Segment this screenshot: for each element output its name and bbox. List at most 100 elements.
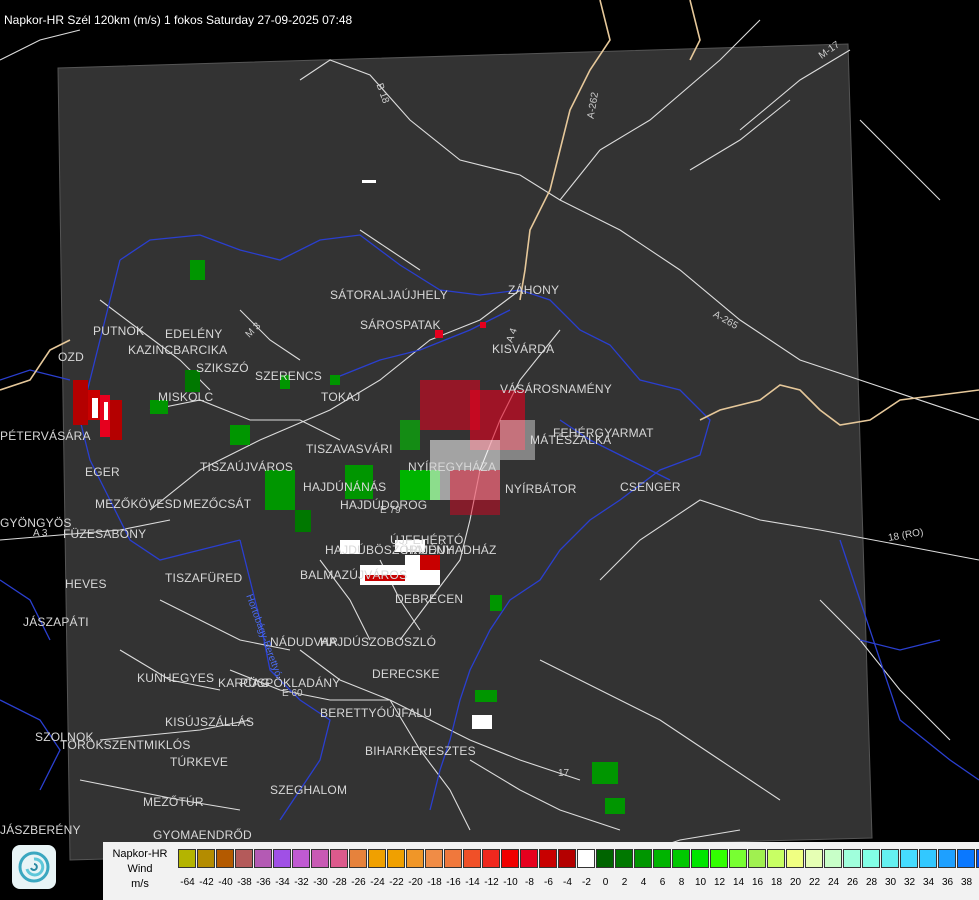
legend-tick-label: 4 <box>640 877 647 888</box>
legend-tick-label: 8 <box>678 877 685 888</box>
city-label: MEZŐTÚR <box>143 795 204 809</box>
legend-swatch <box>596 849 614 868</box>
legend-swatch <box>425 849 443 868</box>
legend-title: Napkor-HR Wind m/s <box>103 842 177 900</box>
legend-swatch <box>691 849 709 868</box>
legend-swatch <box>387 849 405 868</box>
legend-swatch <box>672 849 690 868</box>
city-label: PUTNOK <box>93 324 145 338</box>
city-label: HAJDÚSZOBOSZLÓ <box>320 635 437 649</box>
legend-tick-label: -34 <box>275 877 290 888</box>
radar-map <box>0 0 979 861</box>
legend-swatch <box>729 849 747 868</box>
city-label: FÜZESABONY <box>63 527 147 541</box>
road-label: E 79 <box>380 505 401 516</box>
city-label: SÁROSPATAK <box>360 318 441 332</box>
legend-swatch <box>919 849 937 868</box>
legend-swatch <box>881 849 899 868</box>
city-label: TISZAFÜRED <box>165 571 243 585</box>
wind-legend: Napkor-HR Wind m/s -64 -42 -40 -38 -36 -34 -32… <box>103 842 979 900</box>
legend-swatch <box>501 849 519 868</box>
legend-swatch <box>824 849 842 868</box>
legend-tick-label: 14 <box>732 877 745 888</box>
city-label: OZD <box>58 350 84 364</box>
legend-tick-label: -32 <box>294 877 309 888</box>
legend-tick-label: -22 <box>389 877 404 888</box>
legend-swatch <box>197 849 215 868</box>
legend-tick-label: 30 <box>884 877 897 888</box>
city-label: EGER <box>85 465 120 479</box>
legend-swatch <box>463 849 481 868</box>
legend-swatch <box>539 849 557 868</box>
legend-swatch <box>330 849 348 868</box>
legend-title-line: Napkor-HR <box>112 848 168 860</box>
legend-tick-label: 22 <box>808 877 821 888</box>
legend-swatch <box>368 849 386 868</box>
legend-swatch <box>767 849 785 868</box>
legend-ticks: -64 -42 -40 -38 -36 -34 -32 -30 -28 -26 -24 -22 -20-… <box>178 877 979 888</box>
road-label: 17 <box>558 768 570 779</box>
road-label: E 60 <box>282 688 303 699</box>
legend-tick-label: 28 <box>865 877 878 888</box>
road-label: A 3 <box>33 528 48 539</box>
city-label: KISVÁRDA <box>492 342 555 356</box>
legend-swatch <box>292 849 310 868</box>
legend-tick-label: -40 <box>218 877 233 888</box>
napkor-logo <box>12 845 56 889</box>
legend-tick-label: 16 <box>751 877 764 888</box>
city-label: EDELÉNY <box>165 327 223 341</box>
legend-tick-label: 34 <box>922 877 935 888</box>
legend-swatch <box>216 849 234 868</box>
legend-tick-label: -36 <box>256 877 271 888</box>
legend-tick-label: 24 <box>827 877 840 888</box>
legend-tick-label: 36 <box>941 877 954 888</box>
legend-swatch <box>444 849 462 868</box>
city-label: MISKOLC <box>158 390 214 404</box>
city-label: JÁSZAPÁTI <box>23 615 89 629</box>
legend-swatch <box>938 849 956 868</box>
city-label: KAZINCBARCIKA <box>128 343 228 357</box>
legend-tick-label: 12 <box>713 877 726 888</box>
legend-swatch <box>748 849 766 868</box>
legend-title-line: m/s <box>131 878 149 890</box>
city-label: BERETTYÓÚJFALU <box>320 706 433 720</box>
legend-swatch <box>805 849 823 868</box>
legend-tick-label: 38 <box>960 877 973 888</box>
legend-swatch <box>482 849 500 868</box>
city-label: KARCAG <box>218 676 270 690</box>
city-label: KISÚJSZÁLLÁS <box>165 715 255 729</box>
header-title: Napkor-HR Szél 120km (m/s) 1 fokos Satur… <box>4 13 353 27</box>
legend-swatch <box>615 849 633 868</box>
legend-tick-label: -12 <box>484 877 499 888</box>
legend-tick-label: -26 <box>351 877 366 888</box>
legend-tick-label: -42 <box>199 877 214 888</box>
legend-swatch <box>273 849 291 868</box>
legend-swatch <box>900 849 918 868</box>
legend-swatch <box>862 849 880 868</box>
legend-tick-label: -18 <box>427 877 442 888</box>
legend-tick-label: -20 <box>408 877 423 888</box>
city-label: NYÍRBÁTOR <box>505 482 577 496</box>
legend-tick-label: -24 <box>370 877 385 888</box>
city-label: GYOMAENDRŐD <box>153 828 252 842</box>
city-label: MEZŐKÖVESD <box>95 497 182 511</box>
legend-tick-label: -38 <box>237 877 252 888</box>
city-label: SZIKSZÓ <box>196 361 249 375</box>
city-label: BALMAZÚJVÁROS <box>300 568 408 582</box>
city-label: SÁTORALJAÚJHELY <box>330 288 448 302</box>
city-label: VÁSÁROSNAMÉNY <box>500 382 612 396</box>
legend-tick-label: 26 <box>846 877 859 888</box>
legend-swatch <box>558 849 576 868</box>
legend-swatch <box>634 849 652 868</box>
legend-swatch <box>710 849 728 868</box>
legend-swatch <box>843 849 861 868</box>
legend-tick-label: -8 <box>525 877 534 888</box>
legend-tick-label: 6 <box>659 877 666 888</box>
city-label: BIHARKERESZTES <box>365 744 476 758</box>
legend-swatch <box>653 849 671 868</box>
legend-swatch <box>520 849 538 868</box>
city-label: DERECSKE <box>372 667 440 681</box>
legend-swatches <box>178 849 979 869</box>
city-label: MÁTÉSZALKA <box>530 433 612 447</box>
legend-tick-label: -2 <box>582 877 591 888</box>
